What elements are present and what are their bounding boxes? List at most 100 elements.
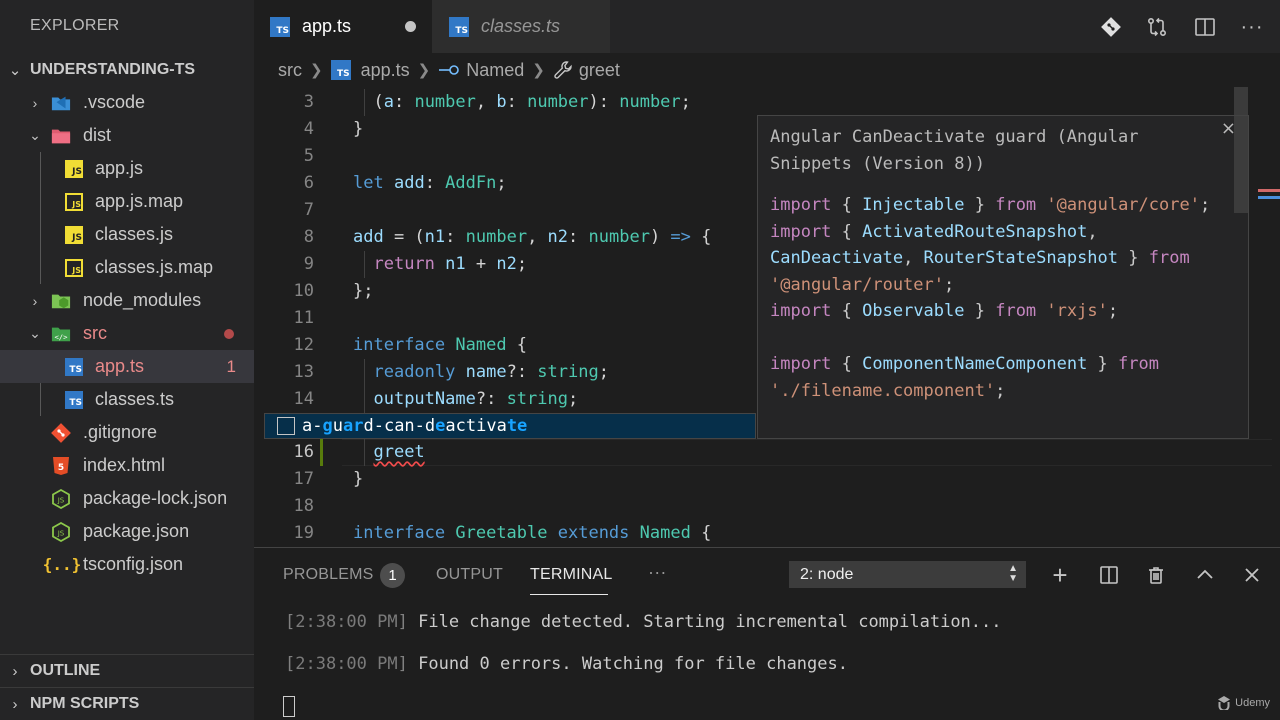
code-line: (a: number, b: number): number; bbox=[353, 92, 691, 112]
unsaved-dot-icon[interactable] bbox=[405, 21, 416, 32]
tree-item-classes-js-map[interactable]: JS classes.js.map bbox=[0, 251, 254, 284]
code-line: interface Greetable extends Named { bbox=[353, 523, 712, 543]
tab-output[interactable]: OUTPUT bbox=[436, 566, 503, 584]
svg-text:</>: </> bbox=[54, 332, 68, 341]
more-actions-icon[interactable]: ··· bbox=[1239, 14, 1265, 40]
tree-item-index-html[interactable]: 5 index.html bbox=[0, 449, 254, 482]
vscode-folder-icon bbox=[51, 93, 71, 113]
tree-item-app-js[interactable]: JS app.js bbox=[0, 152, 254, 185]
outline-section-header[interactable]: › OUTLINE bbox=[0, 654, 254, 687]
error-ruler-marker bbox=[1258, 189, 1280, 192]
svg-text:JS: JS bbox=[57, 496, 65, 504]
tree-item-src[interactable]: ⌄ </> src bbox=[0, 317, 254, 350]
explorer-sidebar: EXPLORER ⌄ UNDERSTANDING-TS › .vscode ⌄ … bbox=[0, 0, 254, 720]
code-line: let add: AddFn; bbox=[353, 173, 507, 193]
close-panel-icon[interactable] bbox=[1239, 562, 1265, 588]
dist-folder-icon bbox=[51, 126, 71, 146]
tree-item-tsconfig-json[interactable]: {..} tsconfig.json bbox=[0, 548, 254, 581]
tab-terminal[interactable]: TERMINAL bbox=[530, 566, 613, 584]
tree-item-label: src bbox=[83, 323, 107, 343]
active-tab-indicator bbox=[530, 594, 608, 595]
tree-item-label: .vscode bbox=[83, 92, 146, 112]
code-line: } bbox=[353, 119, 364, 139]
breadcrumb-folder[interactable]: src bbox=[278, 60, 302, 81]
tree-item-gitignore[interactable]: .gitignore bbox=[0, 416, 254, 449]
git-compare-icon[interactable] bbox=[1098, 14, 1124, 40]
suggestion-text: a- bbox=[302, 416, 323, 436]
chevron-down-icon: ⌄ bbox=[29, 127, 41, 143]
tree-item-app-js-map[interactable]: JS app.js.map bbox=[0, 185, 254, 218]
split-editor-icon[interactable] bbox=[1192, 14, 1218, 40]
ts-file-icon: TS bbox=[449, 16, 469, 37]
tree-item-classes-ts[interactable]: TS classes.ts bbox=[0, 383, 254, 416]
js-file-icon: JS bbox=[64, 159, 84, 179]
breadcrumb-member[interactable]: greet bbox=[553, 60, 620, 81]
editor-scrollbar[interactable] bbox=[1234, 87, 1248, 213]
tree-item-label: package.json bbox=[83, 521, 190, 541]
line-number: 11 bbox=[293, 308, 314, 328]
tab-app-ts[interactable]: TS app.ts bbox=[254, 0, 432, 53]
more-views-icon[interactable]: ··· bbox=[648, 562, 667, 583]
code-line: return n1 + n2; bbox=[373, 254, 528, 274]
autocomplete-suggestion[interactable]: a-g u a r d-can-d e activa te bbox=[264, 413, 756, 439]
svg-text:JS: JS bbox=[57, 529, 65, 537]
tree-item-node-modules[interactable]: › node_modules bbox=[0, 284, 254, 317]
breadcrumb-file[interactable]: TS app.ts bbox=[330, 60, 410, 81]
line-number: 14 bbox=[293, 389, 314, 409]
breadcrumb-interface[interactable]: Named bbox=[438, 60, 524, 81]
watermark-text: Udemy bbox=[1235, 697, 1270, 709]
line-number: 3 bbox=[303, 92, 314, 112]
snippet-title: Angular CanDeactivate guard (Angular Sni… bbox=[770, 127, 1139, 174]
npm-scripts-section-header[interactable]: › NPM SCRIPTS bbox=[0, 687, 254, 720]
code-editor[interactable]: 3 4 5 6 7 8 9 10 11 12 13 14 16 17 18 19… bbox=[254, 87, 1280, 547]
terminal-selector-value: 2: node bbox=[800, 565, 854, 583]
suggestion-match: g bbox=[322, 416, 333, 436]
line-number: 19 bbox=[293, 523, 314, 543]
maximize-panel-icon[interactable] bbox=[1192, 562, 1218, 588]
cursor-ruler-marker bbox=[1258, 196, 1280, 199]
tab-problems[interactable]: PROBLEMS bbox=[283, 566, 374, 584]
tree-item-package-lock-json[interactable]: JS package-lock.json bbox=[0, 482, 254, 515]
tree-item-label: classes.js.map bbox=[95, 257, 214, 277]
tree-item-label: app.ts bbox=[95, 356, 145, 376]
terminal-line: [2:38:00 PM] File change detected. Start… bbox=[285, 612, 1002, 632]
trash-icon[interactable] bbox=[1143, 562, 1169, 588]
node-modules-folder-icon bbox=[51, 291, 71, 311]
tab-classes-ts[interactable]: TS classes.ts bbox=[432, 0, 610, 53]
line-number: 17 bbox=[293, 469, 314, 489]
code-line: greet bbox=[373, 442, 425, 462]
split-terminal-icon[interactable] bbox=[1096, 562, 1122, 588]
tree-item-package-json[interactable]: JS package.json bbox=[0, 515, 254, 548]
new-terminal-icon[interactable]: + bbox=[1047, 560, 1073, 590]
terminal-selector[interactable]: 2: node ▲ ▼ bbox=[789, 561, 1026, 588]
line-number: 4 bbox=[303, 119, 314, 139]
chevron-right-icon: ❯ bbox=[417, 62, 431, 79]
js-map-file-icon: JS bbox=[64, 192, 84, 212]
tree-item-classes-js[interactable]: JS classes.js bbox=[0, 218, 254, 251]
code-line: readonly name?: string; bbox=[373, 362, 609, 382]
tree-item-app-ts[interactable]: TS app.ts 1 bbox=[0, 350, 254, 383]
project-root-header[interactable]: ⌄ UNDERSTANDING-TS bbox=[0, 53, 254, 86]
current-line-highlight bbox=[342, 439, 1272, 466]
terminal-line: [2:38:00 PM] Found 0 errors. Watching fo… bbox=[285, 654, 848, 674]
modified-line-marker bbox=[320, 439, 323, 466]
explorer-title: EXPLORER bbox=[30, 17, 120, 34]
code-line: interface Named { bbox=[353, 335, 528, 355]
terminal-text: Found 0 errors. Watching for file change… bbox=[418, 654, 848, 674]
tree-item-vscode[interactable]: › .vscode bbox=[0, 86, 254, 119]
open-changes-icon[interactable] bbox=[1144, 14, 1170, 40]
editor-tab-bar: TS app.ts TS classes.ts ··· bbox=[254, 0, 1280, 53]
snippet-preview: import { Injectable } from '@angular/cor… bbox=[770, 195, 1211, 401]
js-map-file-icon: JS bbox=[64, 258, 84, 278]
line-number: 12 bbox=[293, 335, 314, 355]
nodejs-icon: JS bbox=[51, 488, 71, 509]
tree-item-label: app.js.map bbox=[95, 191, 184, 211]
js-file-icon: JS bbox=[64, 225, 84, 245]
tree-item-label: node_modules bbox=[83, 290, 202, 310]
tree-item-dist[interactable]: ⌄ dist bbox=[0, 119, 254, 152]
terminal-timestamp: 2:38:00 PM bbox=[295, 612, 398, 632]
line-number: 18 bbox=[293, 496, 314, 516]
tab-label: app.ts bbox=[302, 16, 352, 36]
code-line: } bbox=[353, 469, 364, 489]
ts-file-icon: TS bbox=[64, 357, 84, 377]
